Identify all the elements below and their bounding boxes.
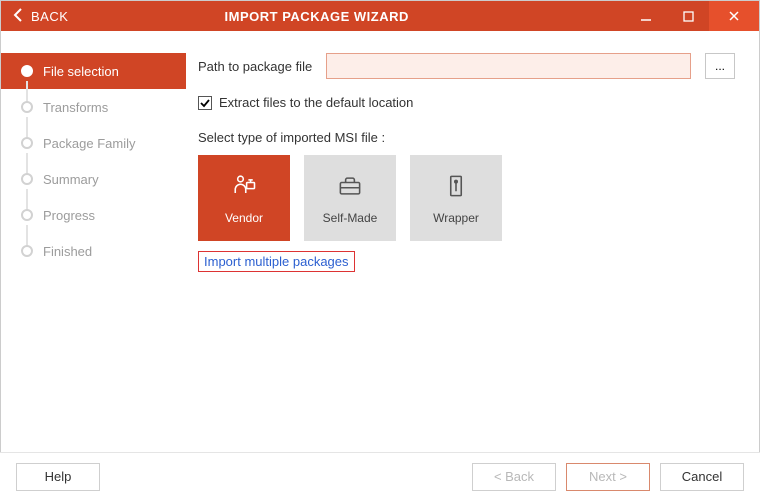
step-label: Progress — [43, 208, 95, 223]
tile-label: Self-Made — [323, 211, 378, 225]
toolbox-icon — [336, 172, 364, 203]
next-button[interactable]: Next > — [566, 463, 650, 491]
step-summary: Summary — [1, 161, 186, 197]
step-dot-icon — [21, 209, 33, 221]
minimize-button[interactable] — [625, 1, 667, 31]
step-label: Summary — [43, 172, 99, 187]
tile-wrapper[interactable]: Wrapper — [410, 155, 502, 241]
wizard-steps-sidebar: File selection Transforms Package Family… — [1, 31, 186, 451]
tile-self-made[interactable]: Self-Made — [304, 155, 396, 241]
step-label: File selection — [43, 64, 119, 79]
step-dot-icon — [21, 245, 33, 257]
path-label: Path to package file — [198, 59, 312, 74]
tile-vendor[interactable]: Vendor — [198, 155, 290, 241]
vendor-icon — [230, 172, 258, 203]
step-label: Package Family — [43, 136, 135, 151]
step-progress: Progress — [1, 197, 186, 233]
step-label: Transforms — [43, 100, 108, 115]
step-finished: Finished — [1, 233, 186, 269]
titlebar: BACK IMPORT PACKAGE WIZARD — [1, 1, 759, 31]
path-input[interactable] — [326, 53, 691, 79]
select-type-label: Select type of imported MSI file : — [198, 130, 735, 145]
window-title: IMPORT PACKAGE WIZARD — [8, 9, 625, 24]
step-dot-icon — [21, 65, 33, 77]
back-nav-button: < Back — [472, 463, 556, 491]
wrapper-icon — [442, 172, 470, 203]
step-label: Finished — [43, 244, 92, 259]
step-file-selection[interactable]: File selection — [1, 53, 186, 89]
maximize-button[interactable] — [667, 1, 709, 31]
step-dot-icon — [21, 101, 33, 113]
import-multiple-link[interactable]: Import multiple packages — [198, 251, 355, 272]
cancel-button[interactable]: Cancel — [660, 463, 744, 491]
footer: Help < Back Next > Cancel — [0, 452, 760, 500]
browse-button[interactable]: ... — [705, 53, 735, 79]
main-panel: Path to package file ... Extract files t… — [186, 31, 759, 451]
help-button[interactable]: Help — [16, 463, 100, 491]
extract-checkbox[interactable] — [198, 96, 212, 110]
tile-label: Wrapper — [433, 211, 479, 225]
close-button[interactable] — [709, 1, 759, 31]
step-package-family: Package Family — [1, 125, 186, 161]
step-transforms: Transforms — [1, 89, 186, 125]
extract-label: Extract files to the default location — [219, 95, 413, 110]
step-dot-icon — [21, 173, 33, 185]
step-dot-icon — [21, 137, 33, 149]
tile-label: Vendor — [225, 211, 263, 225]
window-controls — [625, 1, 759, 31]
